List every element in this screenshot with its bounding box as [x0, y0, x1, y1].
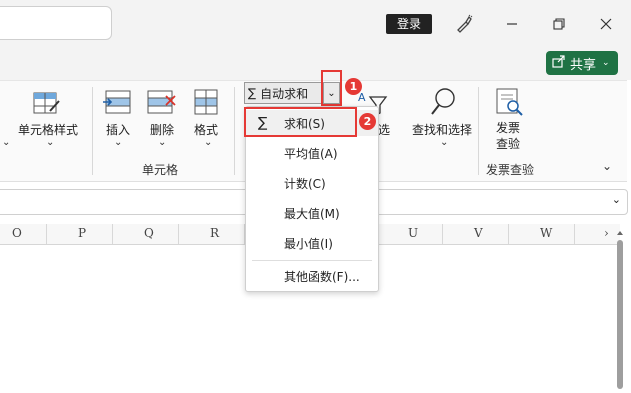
menu-item-label: 其他函数(F)...: [284, 269, 360, 284]
column-divider: [46, 224, 47, 244]
menu-item-label: 最小值(I): [284, 236, 333, 251]
column-letter[interactable]: P: [78, 226, 86, 240]
scroll-right-icon[interactable]: ›: [604, 226, 609, 240]
format-label[interactable]: 格式: [194, 121, 218, 138]
autosum-label: 自动求和: [260, 86, 309, 101]
menu-item-more-functions[interactable]: 其他函数(F)...: [246, 263, 378, 289]
column-letter[interactable]: W: [540, 226, 552, 240]
chevron-down-icon[interactable]: ⌄: [440, 137, 448, 148]
divider: [234, 87, 235, 175]
invoice-group-label: 发票查验: [486, 163, 535, 177]
chevron-down-icon[interactable]: ⌄: [46, 137, 54, 148]
column-divider: [112, 224, 113, 244]
menu-item-label: 计数(C): [284, 176, 326, 191]
column-divider: [442, 224, 443, 244]
callout-number-1: 1: [345, 78, 362, 95]
chevron-down-icon[interactable]: ⌄: [114, 137, 122, 148]
cells-group-label: 单元格: [142, 163, 179, 177]
delete-label[interactable]: 删除: [150, 121, 174, 138]
column-letter[interactable]: V: [474, 226, 483, 240]
chevron-down-icon: ⌄: [602, 58, 610, 68]
cell-style-icon[interactable]: [32, 89, 62, 121]
invoice-check-icon[interactable]: [494, 87, 524, 121]
column-letter[interactable]: U: [408, 226, 418, 240]
find-search-icon[interactable]: [430, 87, 458, 121]
chevron-down-icon[interactable]: ⌄: [158, 137, 166, 148]
vertical-scrollbar[interactable]: [614, 226, 626, 389]
menu-item-max[interactable]: 最大值(M): [246, 200, 378, 226]
title-bar: 登录: [0, 0, 631, 48]
chevron-down-icon[interactable]: ⌄: [612, 193, 621, 206]
find-select-label[interactable]: 查找和选择: [412, 121, 472, 138]
column-divider: [178, 224, 179, 244]
svg-text:A: A: [358, 91, 366, 104]
callout-highlight-2: [244, 107, 357, 137]
column-letter[interactable]: Q: [144, 226, 154, 240]
menu-item-label: 平均值(A): [284, 146, 338, 161]
divider: [92, 87, 93, 175]
share-label: 共享: [570, 57, 597, 73]
menu-separator: [252, 260, 372, 261]
chevron-down-icon[interactable]: ⌄: [2, 137, 10, 148]
delete-cells-icon[interactable]: [146, 87, 176, 121]
collapse-ribbon-icon[interactable]: ⌄: [602, 159, 612, 173]
sigma-icon: ∑: [248, 86, 257, 100]
share-button[interactable]: 共享 ⌄: [546, 51, 618, 75]
autosum-button[interactable]: ∑ 自动求和: [244, 82, 322, 104]
share-icon: [552, 54, 566, 72]
invoice-check-line1[interactable]: 发票: [496, 119, 520, 136]
chevron-down-icon[interactable]: ⌄: [204, 137, 212, 148]
minimize-icon[interactable]: [500, 12, 524, 36]
callout-highlight-1: [321, 70, 342, 106]
insert-cells-icon[interactable]: [102, 87, 132, 121]
divider: [478, 87, 479, 175]
search-box[interactable]: [0, 6, 112, 40]
column-divider: [508, 224, 509, 244]
column-letter[interactable]: O: [12, 226, 22, 240]
login-button[interactable]: 登录: [386, 14, 432, 34]
insert-label[interactable]: 插入: [106, 121, 130, 138]
invoice-check-line2[interactable]: 查验: [496, 135, 520, 152]
menu-item-label: 最大值(M): [284, 206, 340, 221]
menu-item-min[interactable]: 最小值(I): [246, 230, 378, 256]
callout-number-2: 2: [359, 113, 376, 130]
column-letter[interactable]: R: [210, 226, 219, 240]
pen-brush-icon[interactable]: [452, 12, 476, 36]
format-cells-icon[interactable]: [192, 87, 222, 121]
close-icon[interactable]: [594, 12, 618, 36]
column-divider: [574, 224, 575, 244]
restore-icon[interactable]: [547, 12, 571, 36]
share-row: [0, 48, 631, 80]
menu-item-count[interactable]: 计数(C): [246, 170, 378, 196]
cell-style-label[interactable]: 单元格样式: [18, 121, 78, 138]
menu-item-average[interactable]: 平均值(A): [246, 140, 378, 166]
